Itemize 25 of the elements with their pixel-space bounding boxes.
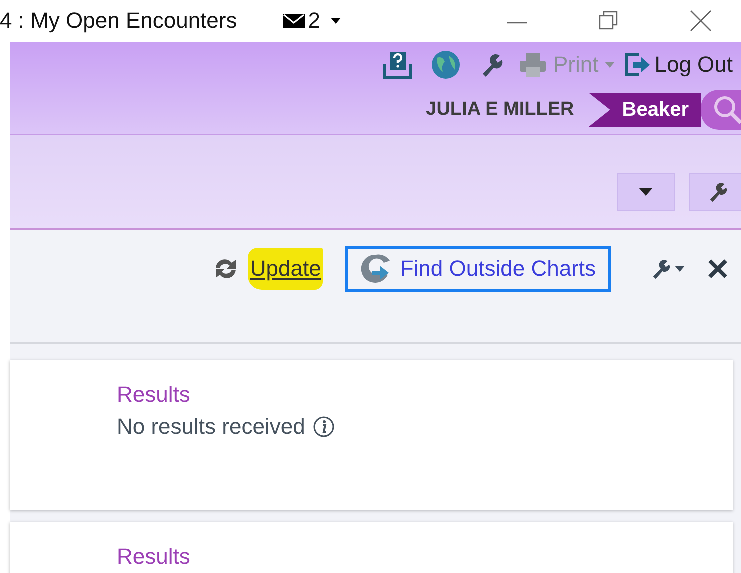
help-inbox-icon[interactable] bbox=[383, 50, 414, 80]
caret-icon bbox=[604, 62, 615, 68]
find-outside-charts-button[interactable]: Find Outside Charts bbox=[345, 246, 611, 292]
close-icon[interactable] bbox=[689, 9, 713, 33]
search-icon bbox=[713, 95, 741, 125]
settings-button[interactable] bbox=[689, 172, 741, 210]
close-icon[interactable] bbox=[707, 258, 729, 280]
caret-icon bbox=[331, 18, 342, 24]
window-title: 4 : My Open Encounters bbox=[0, 8, 238, 34]
app-badge: Beaker bbox=[588, 92, 701, 128]
update-link[interactable]: Update bbox=[248, 248, 324, 290]
user-name: JULIA E MILLER bbox=[426, 99, 574, 121]
caret-icon bbox=[639, 188, 653, 196]
search-button[interactable] bbox=[701, 90, 741, 130]
caret-icon bbox=[675, 266, 685, 272]
dropdown-button[interactable] bbox=[617, 172, 675, 210]
card-message: No results received bbox=[117, 414, 306, 440]
logout-button[interactable]: Log Out bbox=[624, 52, 733, 78]
card-title: Results bbox=[117, 382, 192, 408]
envelope-icon bbox=[283, 13, 306, 29]
mail-button[interactable]: 2 bbox=[283, 8, 342, 34]
exit-icon bbox=[624, 53, 651, 77]
info-icon[interactable] bbox=[313, 416, 336, 438]
card-title: Results bbox=[117, 544, 192, 570]
printer-icon bbox=[519, 52, 548, 78]
